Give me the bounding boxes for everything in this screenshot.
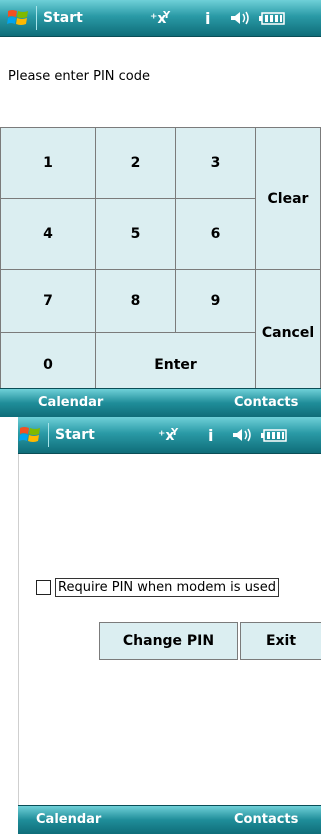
key-6-button[interactable]: 6 [175,198,256,270]
key-4-button[interactable]: 4 [0,198,96,270]
svg-text:Y: Y [162,10,171,21]
windows-logo-icon[interactable] [18,423,42,447]
softkey-contacts[interactable]: Contacts [234,806,298,834]
windows-logo-icon[interactable] [6,6,30,30]
svg-text:Y: Y [170,427,179,438]
clear-button[interactable]: Clear [255,127,321,270]
volume-icon[interactable] [229,6,255,30]
key-3-button[interactable]: 3 [175,127,256,199]
key-5-button[interactable]: 5 [95,198,176,270]
connectivity-icon[interactable]: ⁺x Y [148,6,172,30]
info-icon[interactable]: i [203,6,215,30]
require-pin-row[interactable]: Require PIN when modem is used [36,576,279,598]
pin-entry-screen: Start ⁺x Y i Please enter PIN code 1 2 3 … [0,0,321,417]
pin-prompt: Please enter PIN code [8,69,151,84]
softkey-calendar[interactable]: Calendar [36,806,101,834]
battery-icon[interactable] [258,6,286,30]
pin-entry-body: Please enter PIN code 1 2 3 Clear 4 5 6 … [0,37,321,397]
softkey-calendar[interactable]: Calendar [38,389,103,417]
volume-icon[interactable] [231,423,257,447]
exit-button[interactable]: Exit [240,622,321,660]
cancel-button[interactable]: Cancel [255,269,321,397]
title-bar: Start ⁺x Y i [18,417,321,454]
pin-settings-body: Require PIN when modem is used Change PI… [18,454,321,806]
key-7-button[interactable]: 7 [0,269,96,333]
key-2-button[interactable]: 2 [95,127,176,199]
svg-text:i: i [208,426,213,445]
softkey-bar: Calendar Contacts [0,388,321,417]
connectivity-icon[interactable]: ⁺x Y [156,423,180,447]
key-8-button[interactable]: 8 [95,269,176,333]
key-9-button[interactable]: 9 [175,269,256,333]
start-menu-label[interactable]: Start [36,6,83,30]
key-1-button[interactable]: 1 [0,127,96,199]
info-icon[interactable]: i [206,423,218,447]
pin-keypad: 1 2 3 Clear 4 5 6 7 8 9 Cancel 0 Enter [0,127,321,417]
battery-icon[interactable] [260,423,288,447]
softkey-bar: Calendar Contacts [18,805,321,834]
change-pin-button[interactable]: Change PIN [99,622,238,660]
start-menu-label[interactable]: Start [48,423,95,447]
svg-text:i: i [205,9,210,28]
pin-settings-screen: Start ⁺x Y i Require PIN when modem is us… [0,417,321,834]
require-pin-checkbox[interactable] [36,579,51,595]
require-pin-label[interactable]: Require PIN when modem is used [55,577,279,597]
softkey-contacts[interactable]: Contacts [234,389,298,417]
title-bar: Start ⁺x Y i [0,0,321,37]
